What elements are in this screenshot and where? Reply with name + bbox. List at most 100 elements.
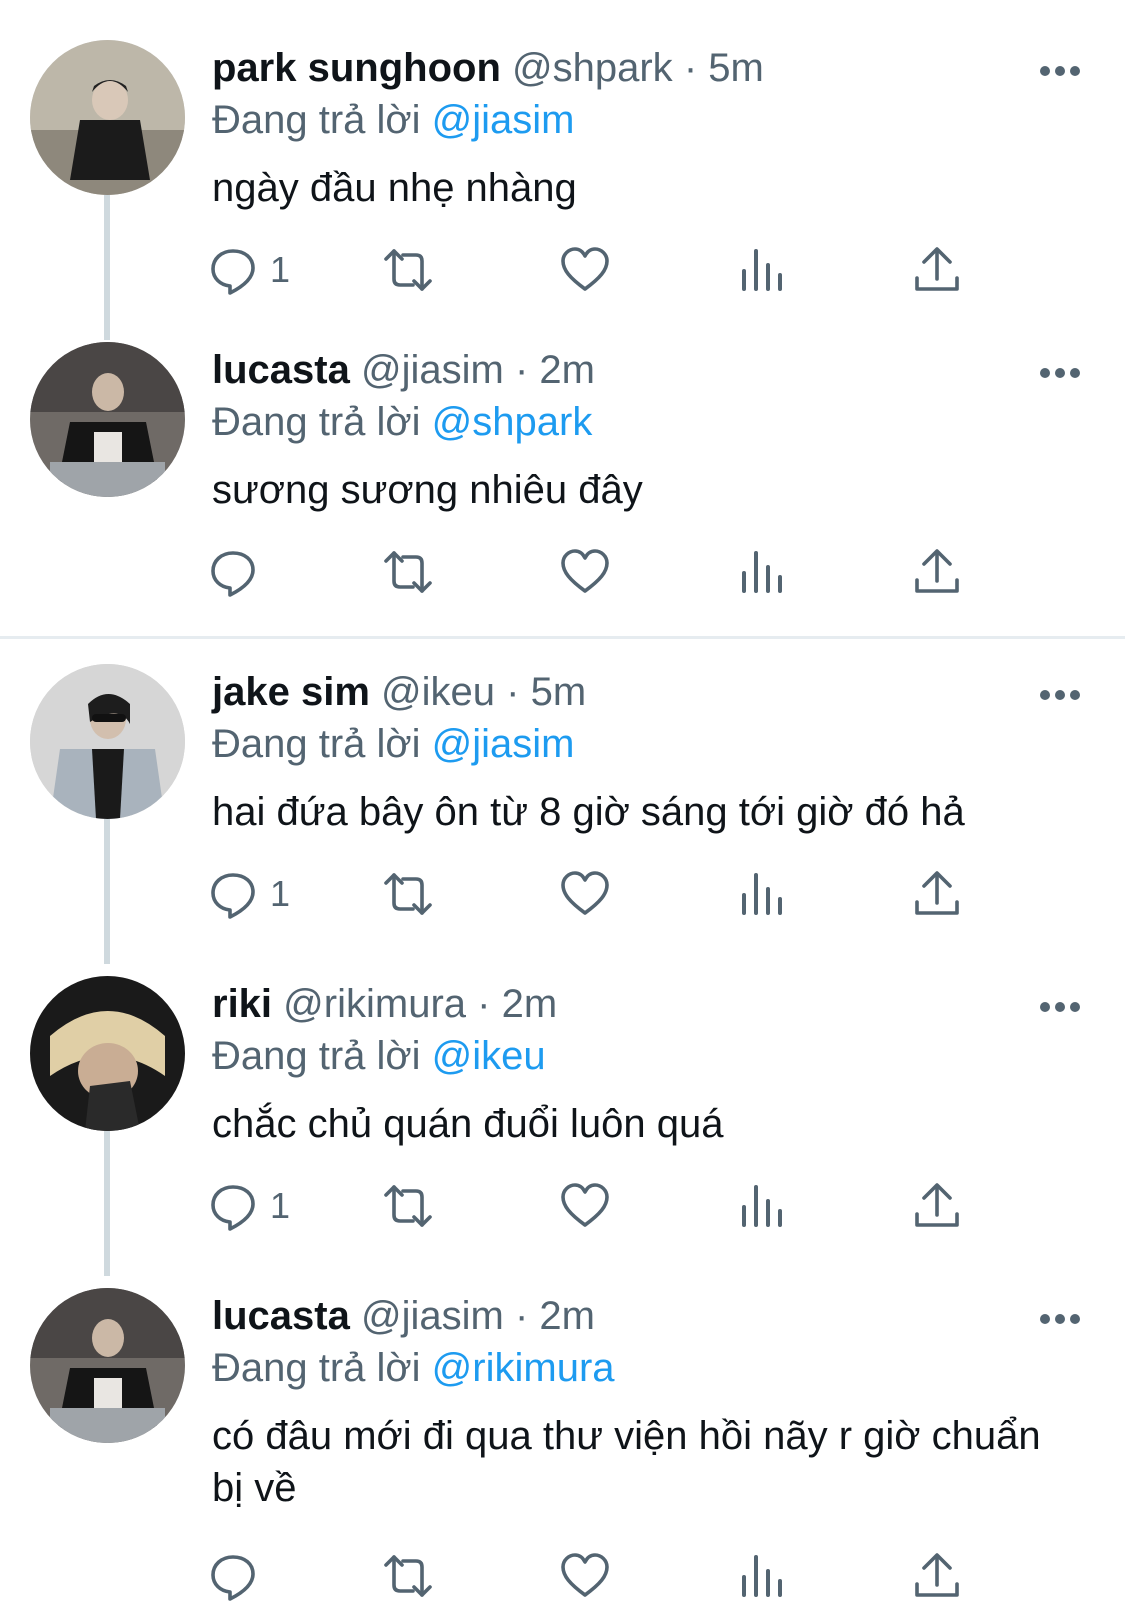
- avatar[interactable]: [30, 1288, 185, 1443]
- display-name[interactable]: lucasta: [212, 1294, 350, 1338]
- avatar[interactable]: [30, 40, 185, 195]
- mention-link[interactable]: @jiasim: [432, 98, 575, 142]
- username[interactable]: @rikimura: [283, 982, 466, 1026]
- tweet-text: chắc chủ quán đuổi luôn quá: [212, 1102, 724, 1146]
- retweet-icon: [384, 1555, 432, 1597]
- replying-to: Đang trả lời @ikeu: [212, 1032, 546, 1080]
- tweet-text: sương sương nhiêu đây: [212, 468, 643, 512]
- timestamp[interactable]: 5m: [708, 46, 764, 90]
- views-icon: [742, 1185, 782, 1227]
- views-icon: [742, 249, 782, 291]
- retweet-button[interactable]: [383, 1176, 433, 1236]
- like-icon: [561, 1553, 609, 1597]
- more-icon[interactable]: [1040, 66, 1080, 78]
- share-icon: [915, 871, 959, 915]
- share-icon: [915, 549, 959, 593]
- display-name[interactable]: riki: [212, 982, 272, 1026]
- action-bar: 1: [0, 240, 1125, 300]
- views-button[interactable]: [737, 1176, 787, 1236]
- reply-icon: [211, 551, 255, 597]
- mention-link[interactable]: @jiasim: [432, 722, 575, 766]
- timestamp[interactable]: 5m: [531, 670, 587, 714]
- like-icon: [561, 247, 609, 291]
- avatar[interactable]: [30, 976, 185, 1131]
- share-icon: [915, 247, 959, 291]
- share-button[interactable]: [912, 1546, 962, 1606]
- action-bar: [0, 1546, 1125, 1606]
- timestamp[interactable]: 2m: [502, 982, 558, 1026]
- timestamp[interactable]: 2m: [539, 1294, 595, 1338]
- mention-link[interactable]: @ikeu: [432, 1034, 546, 1078]
- avatar[interactable]: [30, 664, 185, 819]
- retweet-button[interactable]: [383, 1546, 433, 1606]
- more-icon[interactable]: [1040, 1314, 1080, 1326]
- mention-link[interactable]: @rikimura: [432, 1346, 615, 1390]
- views-icon: [742, 873, 782, 915]
- views-button[interactable]: [737, 864, 787, 924]
- like-icon: [561, 1183, 609, 1227]
- replying-to: Đang trả lời @shpark: [212, 398, 592, 446]
- reply-button[interactable]: 1: [208, 864, 290, 924]
- avatar[interactable]: [30, 342, 185, 497]
- like-button[interactable]: [560, 864, 610, 924]
- reply-icon: [211, 1555, 255, 1601]
- separator: ·: [506, 670, 520, 714]
- display-name[interactable]: jake sim: [212, 670, 370, 714]
- share-button[interactable]: [912, 1176, 962, 1236]
- reply-button[interactable]: [208, 542, 270, 602]
- display-name[interactable]: park sunghoon: [212, 46, 501, 90]
- reply-count: 1: [270, 249, 291, 290]
- retweet-icon: [384, 873, 432, 915]
- username[interactable]: @ikeu: [381, 670, 495, 714]
- avatar-photo-icon: [30, 976, 185, 1131]
- tweet-text: có đâu mới đi qua thư viện hồi nãy r giờ…: [212, 1414, 1041, 1510]
- share-icon: [915, 1183, 959, 1227]
- timestamp[interactable]: 2m: [539, 348, 595, 392]
- separator: ·: [514, 1294, 529, 1338]
- views-button[interactable]: [737, 1546, 787, 1606]
- retweet-icon: [384, 249, 432, 291]
- action-bar: 1: [0, 864, 1125, 924]
- reply-button[interactable]: [208, 1546, 270, 1606]
- views-icon: [742, 551, 782, 593]
- reply-icon: [211, 873, 255, 919]
- reply-button[interactable]: 1: [208, 1176, 290, 1236]
- separator: ·: [683, 46, 698, 90]
- separator: ·: [477, 982, 491, 1026]
- retweet-button[interactable]: [383, 240, 433, 300]
- mention-link[interactable]: @shpark: [432, 400, 593, 444]
- like-button[interactable]: [560, 542, 610, 602]
- retweet-icon: [384, 1185, 432, 1227]
- like-button[interactable]: [560, 240, 610, 300]
- replying-to-label: Đang trả lời: [212, 400, 421, 444]
- more-icon[interactable]: [1040, 1002, 1080, 1014]
- reply-count: 1: [270, 1185, 291, 1226]
- more-icon[interactable]: [1040, 690, 1080, 702]
- replying-to-label: Đang trả lời: [212, 1346, 421, 1390]
- like-button[interactable]: [560, 1176, 610, 1236]
- display-name[interactable]: lucasta: [212, 348, 350, 392]
- views-icon: [742, 1555, 782, 1597]
- retweet-icon: [384, 551, 432, 593]
- share-button[interactable]: [912, 240, 962, 300]
- tweet-header: park sunghoon @shpark · 5m: [212, 44, 764, 92]
- retweet-button[interactable]: [383, 864, 433, 924]
- reply-button[interactable]: 1: [208, 240, 290, 300]
- username[interactable]: @jiasim: [361, 1294, 504, 1338]
- username[interactable]: @jiasim: [361, 348, 504, 392]
- like-icon: [561, 871, 609, 915]
- share-button[interactable]: [912, 542, 962, 602]
- username[interactable]: @shpark: [512, 46, 673, 90]
- views-button[interactable]: [737, 240, 787, 300]
- reply-count: 1: [270, 873, 291, 914]
- retweet-button[interactable]: [383, 542, 433, 602]
- share-button[interactable]: [912, 864, 962, 924]
- avatar-photo-icon: [30, 342, 185, 497]
- tweet-header: lucasta @jiasim · 2m: [212, 346, 595, 394]
- views-button[interactable]: [737, 542, 787, 602]
- action-bar: 1: [0, 1176, 1125, 1236]
- thread-divider: [0, 636, 1125, 639]
- like-button[interactable]: [560, 1546, 610, 1606]
- more-icon[interactable]: [1040, 368, 1080, 380]
- reply-icon: [211, 249, 255, 295]
